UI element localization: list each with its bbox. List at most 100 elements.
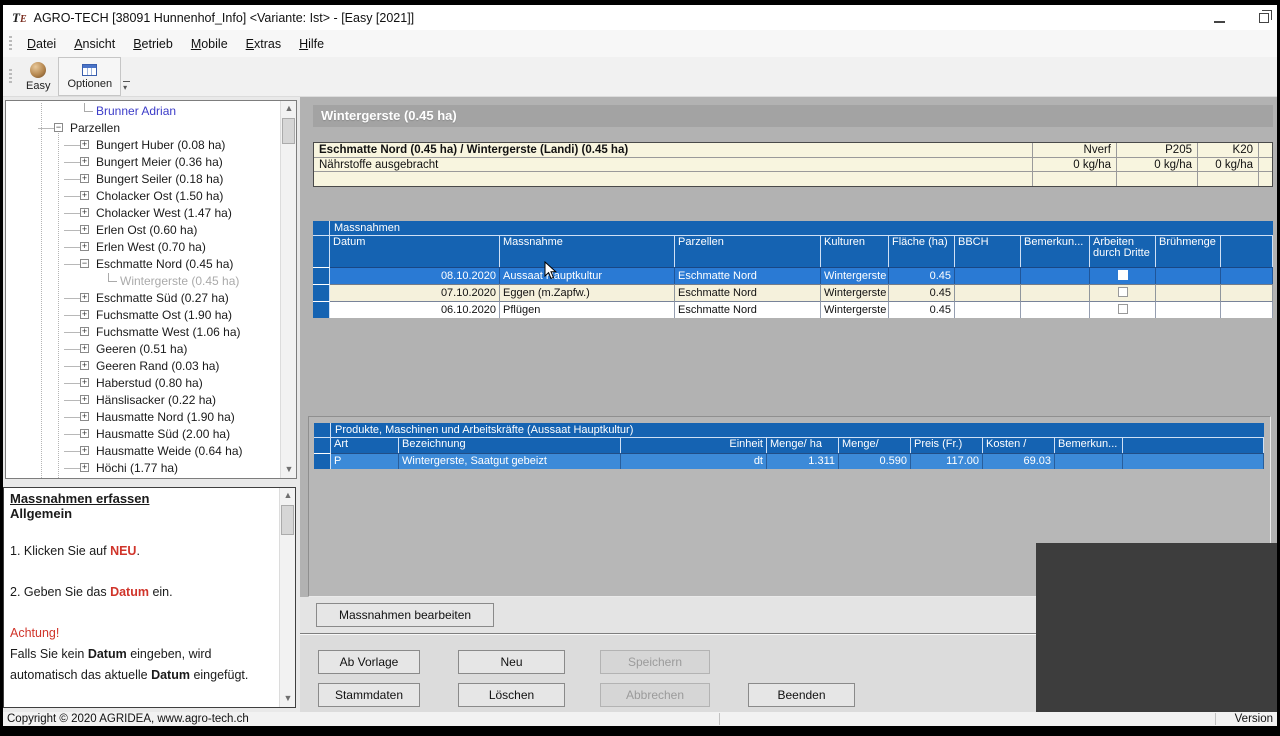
scroll-thumb[interactable] [282, 118, 295, 144]
bruehmenge-cell[interactable] [1156, 284, 1221, 301]
column-header-massnahme[interactable]: Massnahme [500, 236, 675, 267]
menu-item-betrieb[interactable]: Betrieb [124, 33, 182, 55]
menu-item-hilfe[interactable]: Hilfe [290, 33, 333, 55]
expand-icon[interactable]: + [80, 157, 89, 166]
tree-item-hausmatte-nord-1-90-ha-[interactable]: +Hausmatte Nord (1.90 ha) [6, 409, 279, 426]
loeschen-button[interactable]: Löschen [458, 683, 565, 707]
tree-item-geeren-rand-0-03-ha-[interactable]: + Geeren Rand (0.03 ha) [6, 358, 279, 375]
column-header-bemerkun-[interactable]: Bemerkun... [1021, 236, 1090, 267]
easy-button[interactable]: Easy [18, 57, 58, 96]
tree-item-label[interactable]: Bungert Huber (0.08 ha) [96, 137, 225, 154]
parzellen-cell[interactable]: Eschmatte Nord [675, 301, 821, 318]
flaeche-cell[interactable]: 0.45 [889, 284, 955, 301]
tree-item-label[interactable]: Höchi (1.77 ha) [96, 460, 178, 477]
massnahme-row[interactable]: 08.10.2020Aussaat HauptkulturEschmatte N… [313, 267, 1273, 284]
tree-item-label[interactable]: Bungert Seiler (0.18 ha) [96, 171, 223, 188]
scroll-up-icon[interactable]: ▲ [281, 101, 297, 117]
bbch-cell[interactable] [955, 267, 1021, 284]
neu-button[interactable]: Neu [458, 650, 565, 674]
kosten-cell[interactable]: 69.03 [983, 453, 1055, 469]
column-header-spacer[interactable] [1221, 236, 1273, 267]
tree-item-label[interactable]: Erlen West (0.70 ha) [96, 239, 206, 256]
expand-icon[interactable]: + [80, 293, 89, 302]
column-header-bemerkun-[interactable]: Bemerkun... [1055, 438, 1123, 453]
tree-item-fuchsmatte-west-1-06-ha-[interactable]: + Fuchsmatte West (1.06 ha) [6, 324, 279, 341]
tree-item-eschmatte-nord-0-45-ha-[interactable]: −Eschmatte Nord (0.45 ha) [6, 256, 279, 273]
menu-item-extras[interactable]: Extras [237, 33, 290, 55]
tree-item-bungert-seiler-0-18-ha-[interactable]: + Bungert Seiler (0.18 ha) [6, 171, 279, 188]
tree-item-wintergerste-0-45-ha-[interactable]: Wintergerste (0.45 ha) [6, 273, 279, 290]
tree-item-bungert-huber-0-08-ha-[interactable]: + Bungert Huber (0.08 ha) [6, 137, 279, 154]
collapse-icon[interactable]: − [80, 259, 89, 268]
tree-item-haberstud-0-80-ha-[interactable]: +Haberstud (0.80 ha) [6, 375, 279, 392]
expand-icon[interactable]: + [80, 463, 89, 472]
scroll-thumb[interactable] [281, 505, 294, 535]
expand-icon[interactable]: + [80, 446, 89, 455]
tree-item-label[interactable]: Hänslisacker (0.22 ha) [96, 392, 216, 409]
expand-icon[interactable]: + [80, 361, 89, 370]
bbch-cell[interactable] [955, 284, 1021, 301]
tree-item-erlen-ost-0-60-ha-[interactable]: +Erlen Ost (0.60 ha) [6, 222, 279, 239]
tree-scrollbar[interactable]: ▲ ▼ [280, 101, 296, 478]
minimize-icon[interactable] [1214, 21, 1225, 23]
expand-icon[interactable]: + [80, 225, 89, 234]
column-header-bezeichnung[interactable]: Bezeichnung [399, 438, 621, 453]
kulturen-cell[interactable]: Wintergerste [821, 301, 889, 318]
expand-icon[interactable]: + [80, 140, 89, 149]
column-header-bbch[interactable]: BBCH [955, 236, 1021, 267]
expand-icon[interactable]: + [80, 191, 89, 200]
dritte-checkbox[interactable] [1118, 304, 1128, 314]
dritte-cell[interactable] [1090, 284, 1156, 301]
tree-item-label[interactable]: Eschmatte Nord (0.45 ha) [96, 256, 233, 273]
dritte-checkbox[interactable] [1118, 270, 1128, 280]
datum-cell[interactable]: 07.10.2020 [330, 284, 500, 301]
produkt-row[interactable]: PWintergerste, Saatgut gebeiztdt1.3110.5… [314, 453, 1264, 469]
column-header-parzellen[interactable]: Parzellen [675, 236, 821, 267]
menge-cell[interactable]: 0.590 [839, 453, 911, 469]
column-header-menge-ha[interactable]: Menge/ ha [767, 438, 839, 453]
expand-icon[interactable]: + [80, 174, 89, 183]
menu-item-datei[interactable]: Datei [18, 33, 65, 55]
parzellen-cell[interactable]: Eschmatte Nord [675, 284, 821, 301]
tree-item-label[interactable]: Hausmatte Weide (0.64 ha) [96, 443, 243, 460]
tree-item-cholacker-ost-1-50-ha-[interactable]: + Cholacker Ost (1.50 ha) [6, 188, 279, 205]
massnahme-cell[interactable]: Aussaat Hauptkultur [500, 267, 675, 284]
column-header-fl-che-ha-[interactable]: Fläche (ha) [889, 236, 955, 267]
column-header-datum[interactable]: Datum [330, 236, 500, 267]
expand-icon[interactable]: + [80, 327, 89, 336]
massnahme-cell[interactable]: Eggen (m.Zapfw.) [500, 284, 675, 301]
tree-item-label[interactable]: Brunner Adrian [96, 103, 176, 120]
parzellen-cell[interactable]: Eschmatte Nord [675, 267, 821, 284]
dritte-cell[interactable] [1090, 267, 1156, 284]
tree-item-höchi-1-77-ha-[interactable]: +Höchi (1.77 ha) [6, 460, 279, 477]
column-header-br-hmenge[interactable]: Brühmenge [1156, 236, 1221, 267]
tree-item[interactable]: + [6, 477, 279, 478]
optionen-button[interactable]: Optionen [58, 57, 121, 96]
tree-item-label[interactable]: Fuchsmatte West (1.06 ha) [96, 324, 241, 341]
tree-item-label[interactable]: Cholacker West (1.47 ha) [96, 205, 232, 222]
tree-item-label[interactable]: Bungert Meier (0.36 ha) [96, 154, 223, 171]
column-header-kulturen[interactable]: Kulturen [821, 236, 889, 267]
bemerkung-cell[interactable] [1021, 267, 1090, 284]
expand-icon[interactable]: + [80, 429, 89, 438]
stammdaten-button[interactable]: Stammdaten [318, 683, 420, 707]
expand-icon[interactable]: + [80, 412, 89, 421]
column-header-arbeiten-durch-dritte[interactable]: Arbeiten durch Dritte [1090, 236, 1156, 267]
column-header-kosten-[interactable]: Kosten / [983, 438, 1055, 453]
tree-item-label[interactable]: Cholacker Ost (1.50 ha) [96, 188, 223, 205]
scroll-down-icon[interactable]: ▼ [280, 691, 296, 707]
row-selector[interactable] [314, 453, 331, 469]
bruehmenge-cell[interactable] [1156, 267, 1221, 284]
bemerkung-cell[interactable] [1021, 284, 1090, 301]
datum-cell[interactable]: 06.10.2020 [330, 301, 500, 318]
column-header-art[interactable]: Art [331, 438, 399, 453]
flaeche-cell[interactable]: 0.45 [889, 267, 955, 284]
kulturen-cell[interactable]: Wintergerste [821, 284, 889, 301]
tree-item-fuchsmatte-ost-1-90-ha-[interactable]: +Fuchsmatte Ost (1.90 ha) [6, 307, 279, 324]
tree-item-label[interactable]: Geeren Rand (0.03 ha) [96, 358, 219, 375]
tree-item-brunner-adrian[interactable]: Brunner Adrian [6, 103, 279, 120]
flaeche-cell[interactable]: 0.45 [889, 301, 955, 318]
expand-icon[interactable]: + [80, 395, 89, 404]
scroll-up-icon[interactable]: ▲ [280, 488, 296, 504]
massnahmen-bearbeiten-button[interactable]: Massnahmen bearbeiten [316, 603, 494, 627]
